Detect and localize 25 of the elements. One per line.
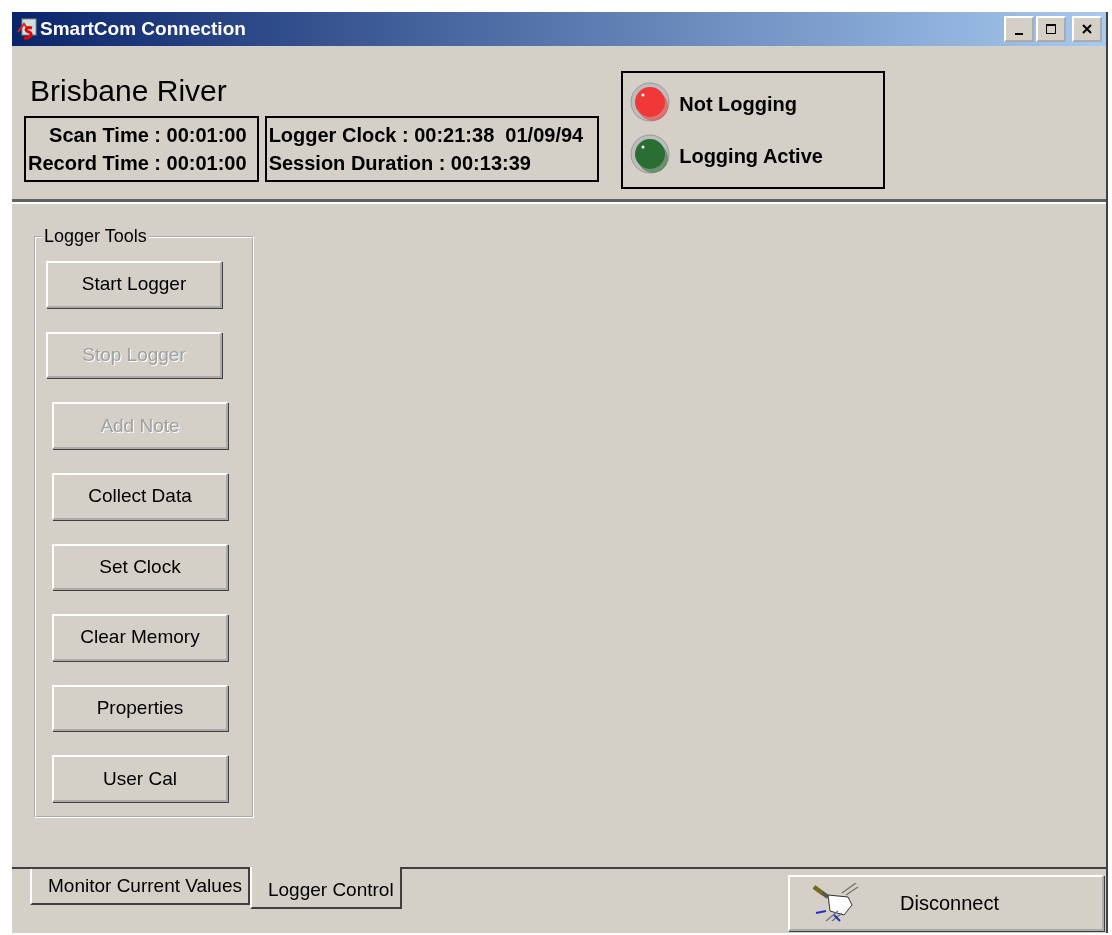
status-label: Not Logging [679,92,797,116]
tab[interactable]: Monitor Current Values [30,869,250,905]
tab[interactable]: Logger Control [249,867,402,909]
tool-button[interactable]: Clear Memory [52,614,228,661]
tool-button[interactable]: Collect Data [52,472,228,520]
site-name: Brisbane River [29,73,228,109]
clock-reading: Session Duration : 00:13:39 [268,151,532,176]
tool-button[interactable]: User Cal [52,755,228,802]
window-title: SmartCom Connection [40,18,246,40]
tool-button[interactable]: Properties [52,684,228,732]
minimize-button[interactable] [1004,16,1034,42]
maximize-icon [1045,23,1057,35]
time-setting: Record Time : 00:01:00 [28,151,247,176]
minimize-icon [1015,33,1023,35]
status-label: Logging Active [679,144,823,168]
time-setting: Scan Time : 00:01:00 [49,123,247,148]
disconnect-button[interactable]: Disconnect [788,875,1104,931]
close-button[interactable] [1072,16,1102,42]
clock-reading: Logger Clock : 00:21:38 01/09/94 [268,123,584,148]
tool-button[interactable]: Start Logger [46,261,222,308]
close-icon [1081,23,1093,35]
app-logo-icon [16,18,38,40]
tool-button[interactable]: Set Clock [52,543,228,591]
group-title: Logger Tools [43,226,148,247]
maximize-button[interactable] [1036,16,1066,42]
